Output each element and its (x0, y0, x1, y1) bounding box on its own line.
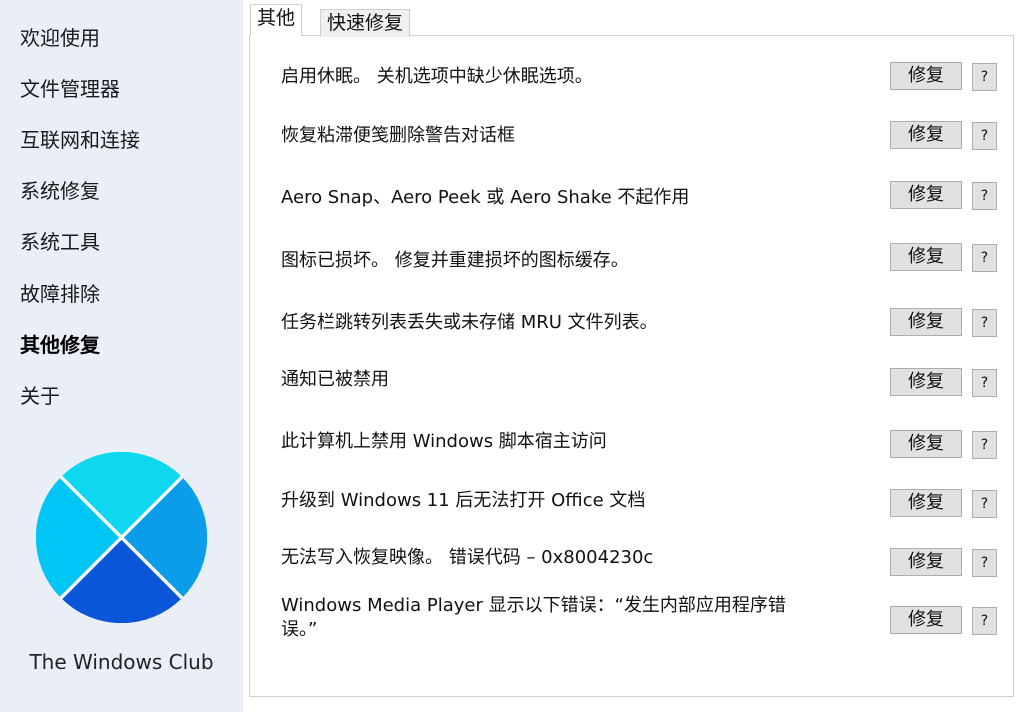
sidebar-item-other-fixes[interactable]: 其他修复 (20, 331, 100, 359)
fix-button[interactable]: 修复 (890, 62, 962, 90)
help-button[interactable]: ? (972, 549, 997, 577)
fix-button[interactable]: 修复 (890, 430, 962, 458)
fix-button[interactable]: 修复 (890, 368, 962, 396)
fix-description: 此计算机上禁用 Windows 脚本宿主访问 (281, 431, 607, 452)
brand-name: The Windows Club (29, 650, 214, 674)
fix-description: Windows Media Player 显示以下错误：“发生内部应用程序错误。… (281, 595, 786, 640)
sidebar-item-system-repair[interactable]: 系统修复 (20, 177, 100, 205)
fix-button[interactable]: 修复 (890, 243, 962, 271)
help-button[interactable]: ? (972, 607, 997, 635)
fix-description: 升级到 Windows 11 后无法打开 Office 文档 (281, 490, 646, 511)
help-button[interactable]: ? (972, 369, 997, 397)
help-button[interactable]: ? (972, 431, 997, 459)
help-button[interactable]: ? (972, 122, 997, 150)
fix-button[interactable]: 修复 (890, 181, 962, 209)
fix-description: 恢复粘滞便笺删除警告对话框 (281, 125, 515, 146)
tab-other[interactable]: 其他 (250, 4, 303, 36)
fix-description: Aero Snap、Aero Peek 或 Aero Shake 不起作用 (281, 187, 690, 208)
help-button[interactable]: ? (972, 309, 997, 337)
sidebar-item-troubleshooting[interactable]: 故障排除 (20, 280, 100, 308)
fix-description: 图标已损坏。 修复并重建损坏的图标缓存。 (281, 250, 629, 271)
sidebar-item-about[interactable]: 关于 (20, 382, 60, 410)
sidebar-item-internet-connectivity[interactable]: 互联网和连接 (20, 126, 140, 154)
sidebar-item-system-tools[interactable]: 系统工具 (20, 228, 100, 256)
help-button[interactable]: ? (972, 182, 997, 210)
help-button[interactable]: ? (972, 63, 997, 91)
tab-quick-fixes[interactable]: 快速修复 (320, 9, 411, 37)
sidebar: 欢迎使用 文件管理器 互联网和连接 系统修复 系统工具 故障排除 其他修复 关于… (0, 0, 243, 712)
fix-button[interactable]: 修复 (890, 121, 962, 149)
fix-description: 任务栏跳转列表丢失或未存储 MRU 文件列表。 (281, 312, 658, 333)
windows-club-logo-icon (36, 452, 207, 623)
app-window: 欢迎使用 文件管理器 互联网和连接 系统修复 系统工具 故障排除 其他修复 关于… (0, 0, 1023, 712)
sidebar-item-file-explorer[interactable]: 文件管理器 (20, 75, 120, 103)
help-button[interactable]: ? (972, 490, 997, 518)
sidebar-item-welcome[interactable]: 欢迎使用 (20, 24, 100, 52)
fix-button[interactable]: 修复 (890, 489, 962, 517)
help-button[interactable]: ? (972, 244, 997, 272)
fix-description: 无法写入恢复映像。 错误代码 – 0x8004230c (281, 547, 654, 568)
fix-button[interactable]: 修复 (890, 308, 962, 336)
fix-description: 通知已被禁用 (281, 369, 389, 390)
fix-button[interactable]: 修复 (890, 606, 962, 634)
fix-description: 启用休眠。 关机选项中缺少休眠选项。 (281, 66, 593, 87)
fix-button[interactable]: 修复 (890, 548, 962, 576)
